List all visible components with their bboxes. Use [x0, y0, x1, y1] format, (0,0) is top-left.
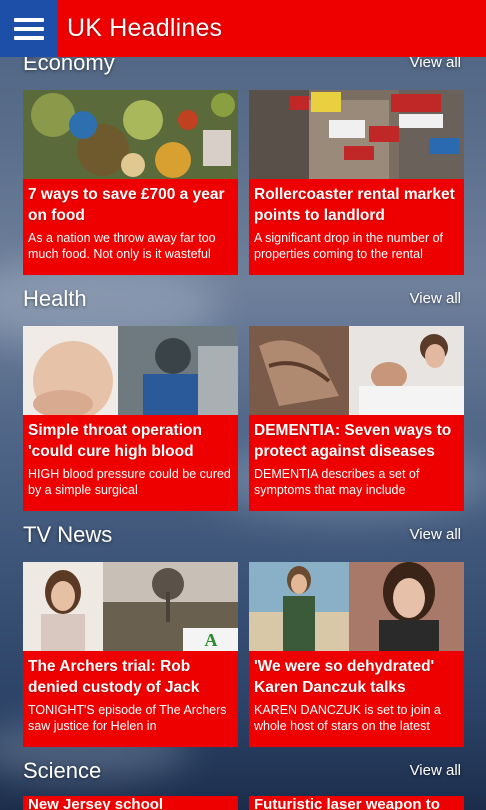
article-headline: 7 ways to save £700 a year on food: [28, 186, 225, 224]
hamburger-menu-icon[interactable]: [0, 0, 57, 57]
top-app-bar: UK Headlines: [0, 0, 486, 57]
article-card[interactable]: Simple throat operation 'could cure high…: [23, 326, 238, 511]
article-summary: As a nation we throw away far too much f…: [28, 231, 216, 261]
article-headline: The Archers trial: Rob denied custody of…: [28, 658, 200, 696]
article-headline: Simple throat operation 'could cure high…: [28, 422, 202, 460]
view-all-link[interactable]: View all: [410, 762, 461, 779]
app-title: UK Headlines: [67, 14, 223, 42]
section-title: Health: [23, 286, 87, 311]
article-thumbnail: [249, 562, 464, 651]
section-header: TV News View all: [0, 522, 486, 558]
article-headline: New Jersey school: [28, 796, 164, 810]
article-card[interactable]: 'We were so dehydrated' Karen Danczuk ta…: [249, 562, 464, 747]
article-thumbnail: [249, 90, 464, 179]
article-headline: 'We were so dehydrated' Karen Danczuk ta…: [254, 658, 435, 696]
section-header: Science View all: [0, 758, 486, 794]
article-summary: A significant drop in the number of prop…: [254, 231, 444, 261]
article-thumbnail: [249, 326, 464, 415]
svg-text:A: A: [205, 630, 218, 650]
article-thumbnail: [23, 90, 238, 179]
article-headline: Futuristic laser weapon to: [254, 796, 440, 810]
section-title: Science: [23, 758, 102, 783]
article-card[interactable]: A The Archers trial: Rob denied custody …: [23, 562, 238, 747]
article-card[interactable]: Rollercoaster rental market points to la…: [249, 90, 464, 275]
article-summary: TONIGHT'S episode of The Archers saw jus…: [28, 703, 227, 733]
article-card[interactable]: DEMENTIA: Seven ways to protect against …: [249, 326, 464, 511]
section-health: Health View all Simple throat operation …: [0, 286, 486, 511]
article-summary: DEMENTIA describes a set of symptoms tha…: [254, 467, 420, 497]
view-all-link[interactable]: View all: [410, 526, 461, 543]
view-all-link[interactable]: View all: [410, 290, 461, 307]
article-headline: DEMENTIA: Seven ways to protect against …: [254, 422, 452, 460]
article-summary: KAREN DANCZUK is set to join a whole hos…: [254, 703, 441, 733]
section-title: TV News: [23, 522, 113, 547]
article-card[interactable]: 7 ways to save £700 a year on food As a …: [23, 90, 238, 275]
article-card[interactable]: Futuristic laser weapon to: [249, 796, 464, 810]
article-summary: HIGH blood pressure could be cured by a …: [28, 467, 231, 497]
article-headline: Rollercoaster rental market points to la…: [254, 186, 455, 224]
article-thumbnail: A: [23, 562, 238, 651]
section-header: Health View all: [0, 286, 486, 322]
article-thumbnail: [23, 326, 238, 415]
article-card[interactable]: New Jersey school: [23, 796, 238, 810]
section-science: Science View all: [0, 758, 486, 794]
section-tv-news: TV News View all A The Archers trial: Ro…: [0, 522, 486, 747]
